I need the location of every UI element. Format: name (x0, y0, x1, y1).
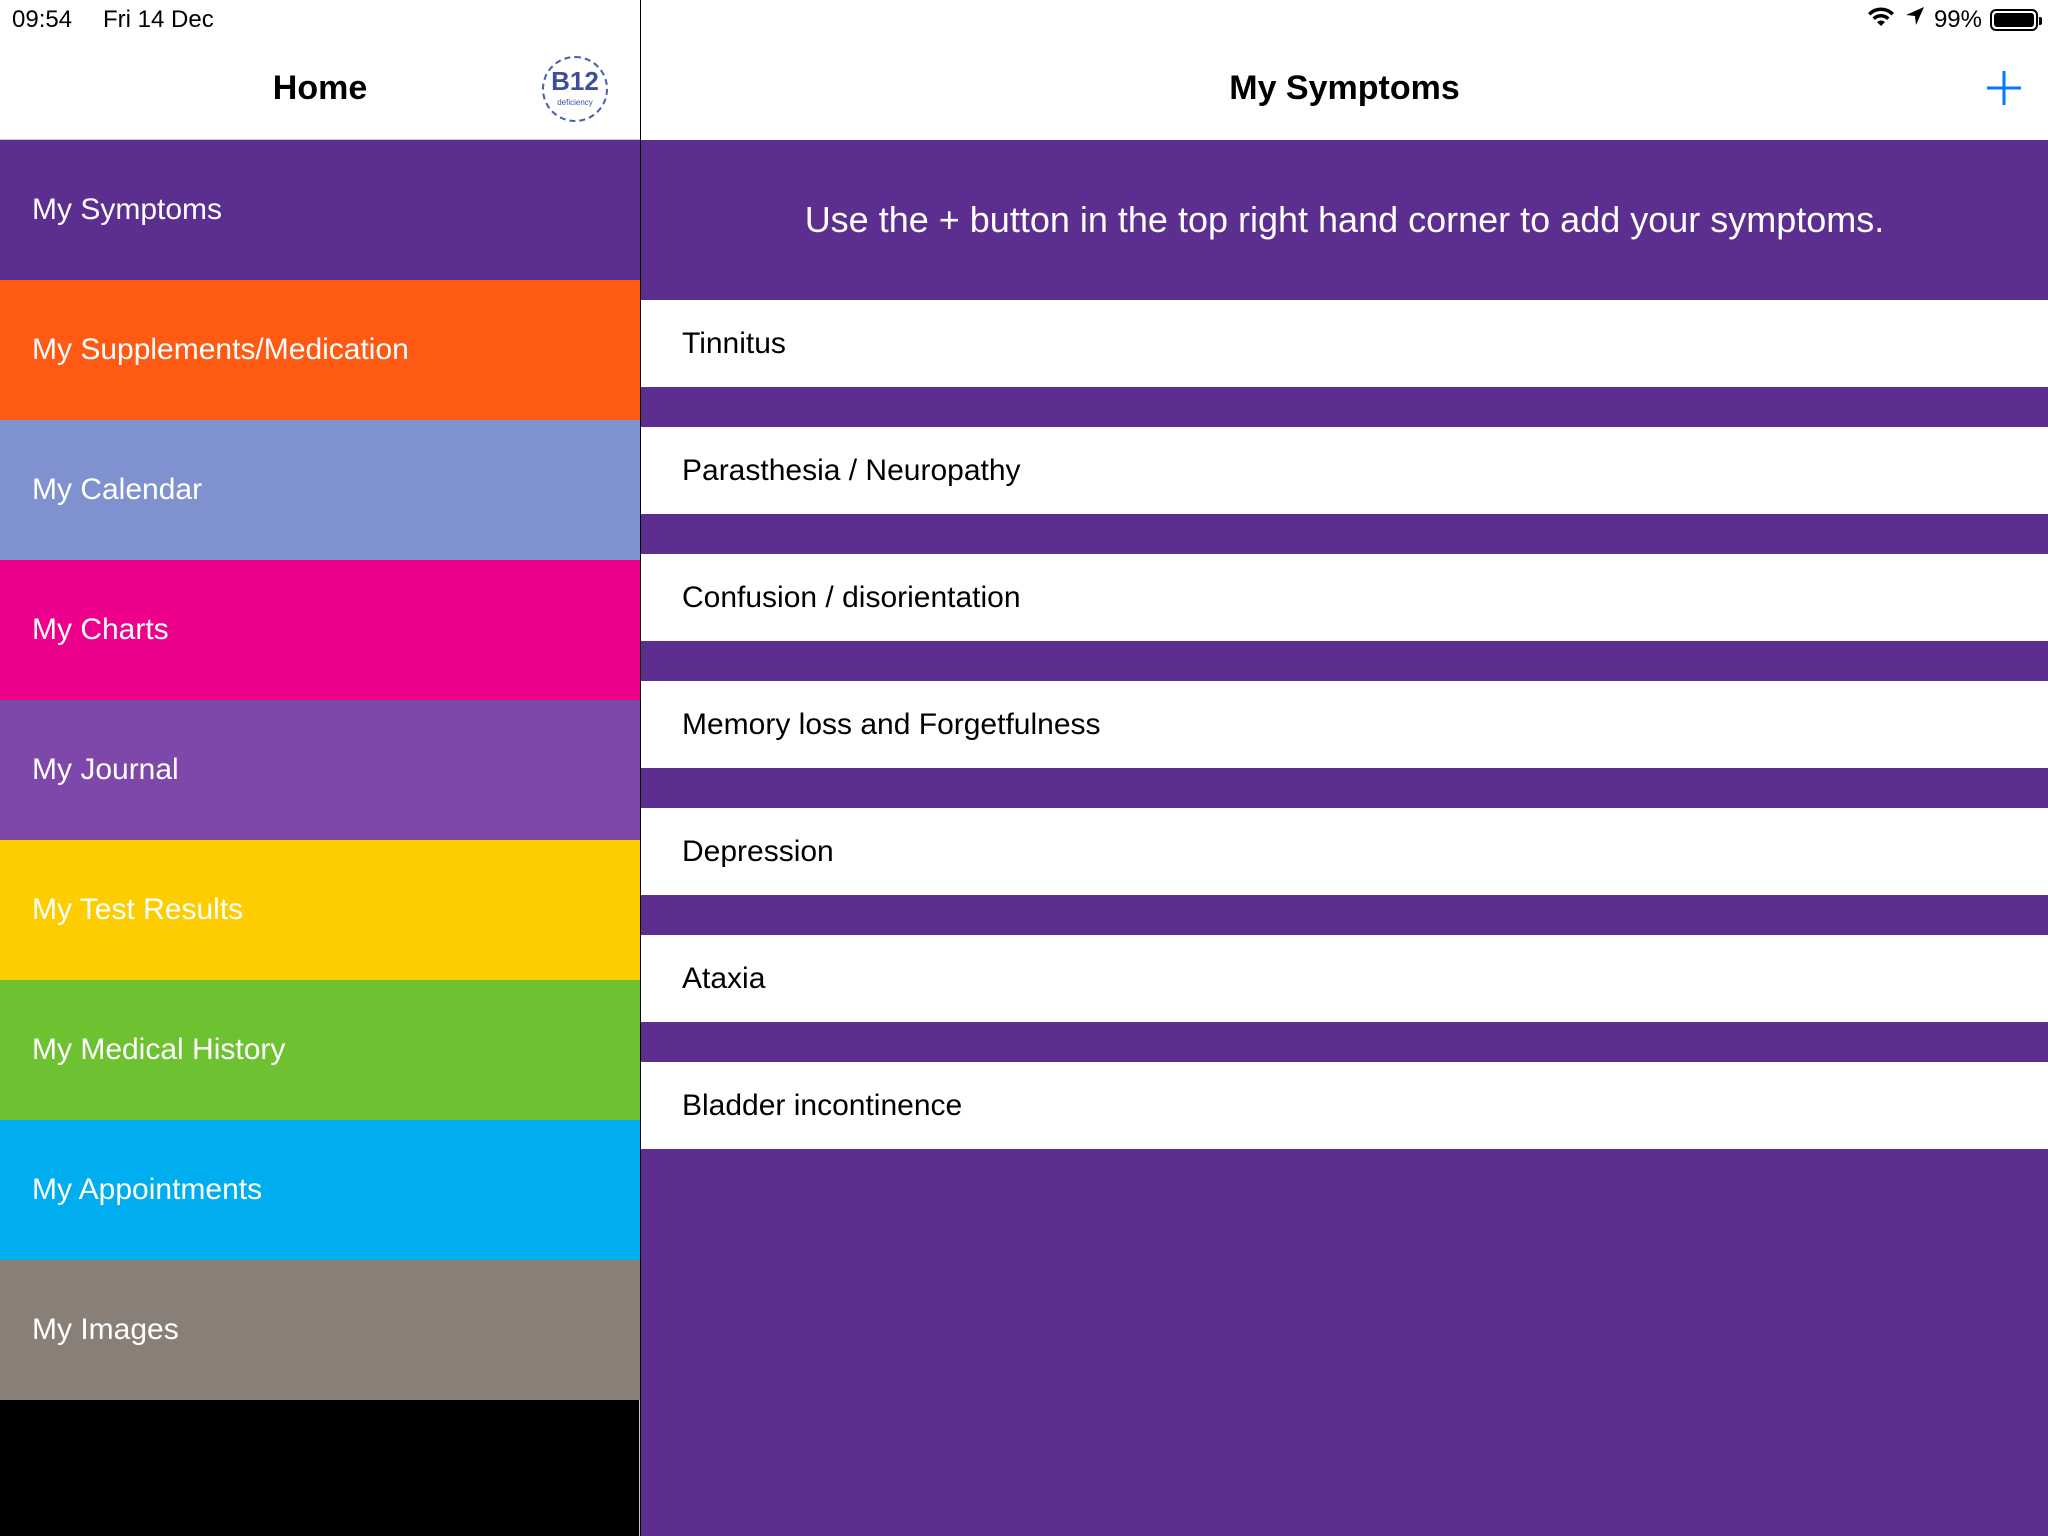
main-content: My Symptoms Use the + button in the top … (641, 0, 2048, 1536)
sidebar-item-label: My Appointments (32, 1173, 263, 1206)
sidebar-item-label: My Calendar (32, 473, 203, 506)
symptom-label: Memory loss and Forgetfulness (682, 707, 1101, 741)
sidebar-item-label: My Journal (32, 753, 179, 786)
sidebar-item-my-test-results[interactable]: My Test Results (0, 840, 640, 980)
page-title: My Symptoms (1229, 69, 1460, 107)
symptom-row[interactable]: Depression (641, 808, 2048, 895)
sidebar-menu: My Symptoms My Supplements/Medication My C… (0, 140, 640, 1400)
symptom-row[interactable]: Ataxia (641, 935, 2048, 1022)
sidebar-item-label: My Images (32, 1313, 179, 1346)
sidebar-item-label: My Supplements/Medication (32, 333, 409, 366)
status-indicators: 99% (1866, 4, 2042, 35)
sidebar-item-my-supplements-medication[interactable]: My Supplements/Medication (0, 280, 640, 420)
sidebar-item-my-symptoms[interactable]: My Symptoms (0, 140, 640, 280)
symptom-label: Depression (682, 834, 834, 868)
symptom-label: Tinnitus (682, 326, 786, 360)
status-bar: 09:54 Fri 14 Dec 99% (0, 0, 2048, 40)
battery-level (1994, 12, 2034, 27)
symptom-row[interactable]: Confusion / disorientation (641, 554, 2048, 641)
status-time: 09:54 (12, 6, 73, 33)
symptom-row[interactable]: Tinnitus (641, 300, 2048, 387)
location-arrow-icon (1904, 5, 1926, 34)
sidebar-item-my-journal[interactable]: My Journal (0, 700, 640, 840)
sidebar-item-my-medical-history[interactable]: My Medical History (0, 980, 640, 1120)
sidebar-item-label: My Symptoms (32, 193, 223, 226)
sidebar-item-label: My Medical History (32, 1033, 286, 1066)
symptom-row[interactable]: Memory loss and Forgetfulness (641, 681, 2048, 768)
symptom-label: Bladder incontinence (682, 1088, 963, 1122)
symptom-row[interactable]: Parasthesia / Neuropathy (641, 427, 2048, 514)
sidebar-item-label: My Test Results (32, 893, 244, 926)
wifi-icon (1866, 4, 1896, 35)
sidebar-item-my-charts[interactable]: My Charts (0, 560, 640, 700)
sidebar-item-my-appointments[interactable]: My Appointments (0, 1120, 640, 1260)
battery-percentage: 99% (1933, 5, 1982, 33)
logo-text: B12 (551, 66, 599, 96)
symptom-label: Parasthesia / Neuropathy (682, 453, 1021, 487)
symptom-list: Tinnitus Parasthesia / Neuropathy Confusio… (641, 300, 2048, 1189)
battery-tip (2039, 16, 2042, 25)
add-symptom-button[interactable] (1984, 68, 2024, 108)
instruction-banner: Use the + button in the top right hand c… (804, 199, 1885, 240)
b12-deficiency-logo[interactable]: B12 deficiency (542, 56, 608, 122)
symptom-label: Ataxia (682, 961, 766, 995)
logo-subtext: deficiency (557, 98, 593, 107)
battery-icon (1990, 8, 2042, 31)
sidebar-item-my-calendar[interactable]: My Calendar (0, 420, 640, 560)
app-window: 09:54 Fri 14 Dec 99% Home B12 deficiency… (0, 0, 2048, 1536)
status-date: Fri 14 Dec (103, 6, 214, 33)
sidebar: Home B12 deficiency My Symptoms My Supple… (0, 0, 640, 1536)
sidebar-item-my-images[interactable]: My Images (0, 1260, 640, 1400)
sidebar-item-label: My Charts (32, 613, 169, 646)
symptom-row[interactable]: Bladder incontinence (641, 1062, 2048, 1149)
symptom-label: Confusion / disorientation (682, 580, 1021, 614)
plus-icon (1987, 71, 2021, 105)
